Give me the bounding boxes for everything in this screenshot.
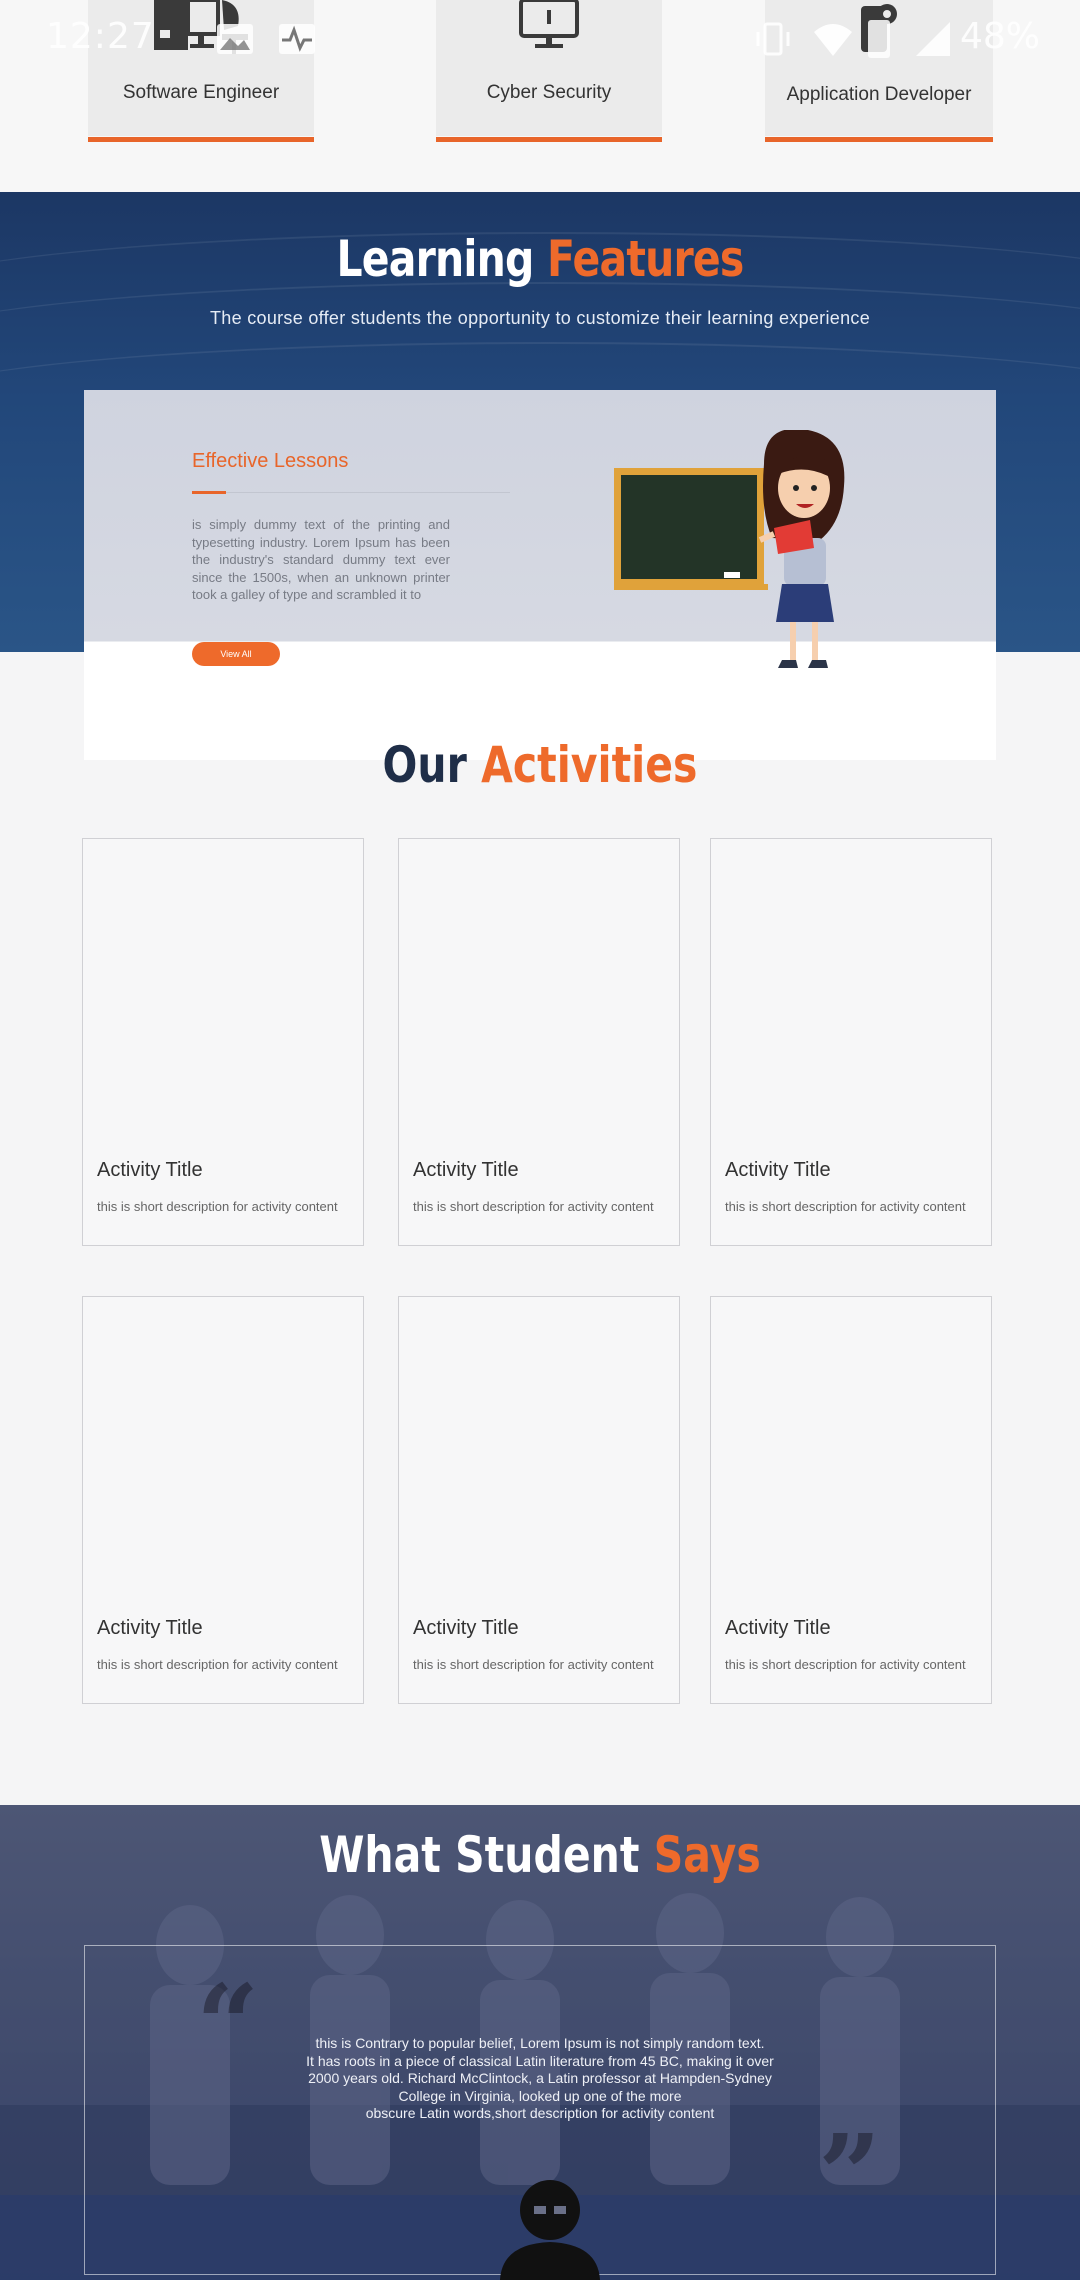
activity-description: this is short description for activity c… — [725, 1657, 966, 1672]
teacher-illustration — [614, 430, 845, 668]
activity-description: this is short description for activity c… — [413, 1657, 654, 1672]
wifi-icon — [814, 24, 852, 56]
activities-title: Our Activities — [97, 736, 983, 794]
status-bar: 12:27 48% — [0, 0, 1080, 80]
activity-card[interactable]: Activity Title this is short description… — [82, 838, 364, 1246]
activity-description: this is short description for activity c… — [725, 1199, 966, 1214]
testimonials-title: What Student Says — [97, 1826, 983, 1884]
title-accent: Features — [547, 230, 744, 288]
view-all-button[interactable]: View All — [192, 642, 280, 666]
testimonial-line: this is Contrary to popular belief, Lore… — [315, 2035, 765, 2051]
vibrate-icon — [756, 22, 790, 56]
activity-title: Activity Title — [97, 1617, 203, 1639]
activity-card[interactable]: Activity Title this is short description… — [398, 838, 680, 1246]
testimonial-line: 2000 years old. Richard McClintock, a La… — [308, 2070, 772, 2086]
student-avatar-icon — [500, 2180, 600, 2280]
activity-card[interactable]: Activity Title this is short description… — [710, 838, 992, 1246]
status-time: 12:27 — [46, 16, 155, 57]
open-quote-icon: “ — [196, 1960, 260, 2089]
divider — [192, 492, 510, 493]
activity-title: Activity Title — [725, 1159, 831, 1181]
activity-card[interactable]: Activity Title this is short description… — [710, 1296, 992, 1704]
feature-description: is simply dummy text of the printing and… — [192, 517, 450, 602]
learning-features-subtitle: The course offer students the opportunit… — [209, 308, 871, 328]
testimonial-text: this is Contrary to popular belief, Lore… — [260, 2035, 820, 2123]
category-underline — [436, 137, 662, 142]
category-label: Software Engineer — [122, 82, 280, 103]
title-part: Learning — [336, 230, 534, 288]
activity-monitor-icon — [279, 24, 315, 54]
activity-title: Activity Title — [413, 1617, 519, 1639]
testimonial-line: It has roots in a piece of classical Lat… — [306, 2052, 774, 2069]
testimonial-line: College in Virginia, looked up one of th… — [398, 2087, 682, 2104]
signal-icon — [916, 22, 950, 56]
close-quote-icon: ” — [818, 2110, 882, 2239]
notification-phone-icon — [868, 20, 890, 58]
activity-title: Activity Title — [725, 1617, 831, 1639]
gallery-icon — [217, 24, 253, 54]
learning-features-title: Learning Features — [97, 230, 983, 288]
activity-title: Activity Title — [413, 1159, 519, 1181]
activity-description: this is short description for activity c… — [97, 1657, 338, 1672]
category-label: Cyber Security — [486, 82, 612, 103]
activity-card[interactable]: Activity Title this is short description… — [82, 1296, 364, 1704]
feature-title: Effective Lessons — [192, 450, 349, 472]
category-underline — [765, 137, 993, 142]
activity-description: this is short description for activity c… — [413, 1199, 654, 1214]
divider-accent — [192, 491, 226, 494]
category-label: Application Developer — [786, 84, 972, 105]
battery-percent: 48% — [959, 16, 1040, 57]
title-part: What Student — [319, 1826, 640, 1884]
activity-description: this is short description for activity c… — [97, 1199, 338, 1214]
title-part: Our — [382, 736, 467, 794]
testimonial-line: obscure Latin words,short description fo… — [365, 2105, 715, 2121]
title-accent: Says — [653, 1826, 761, 1884]
category-underline — [88, 137, 314, 142]
activity-card[interactable]: Activity Title this is short description… — [398, 1296, 680, 1704]
feature-card: Effective Lessons is simply dummy text o… — [84, 390, 996, 760]
title-accent: Activities — [481, 736, 698, 794]
activity-title: Activity Title — [97, 1159, 203, 1181]
